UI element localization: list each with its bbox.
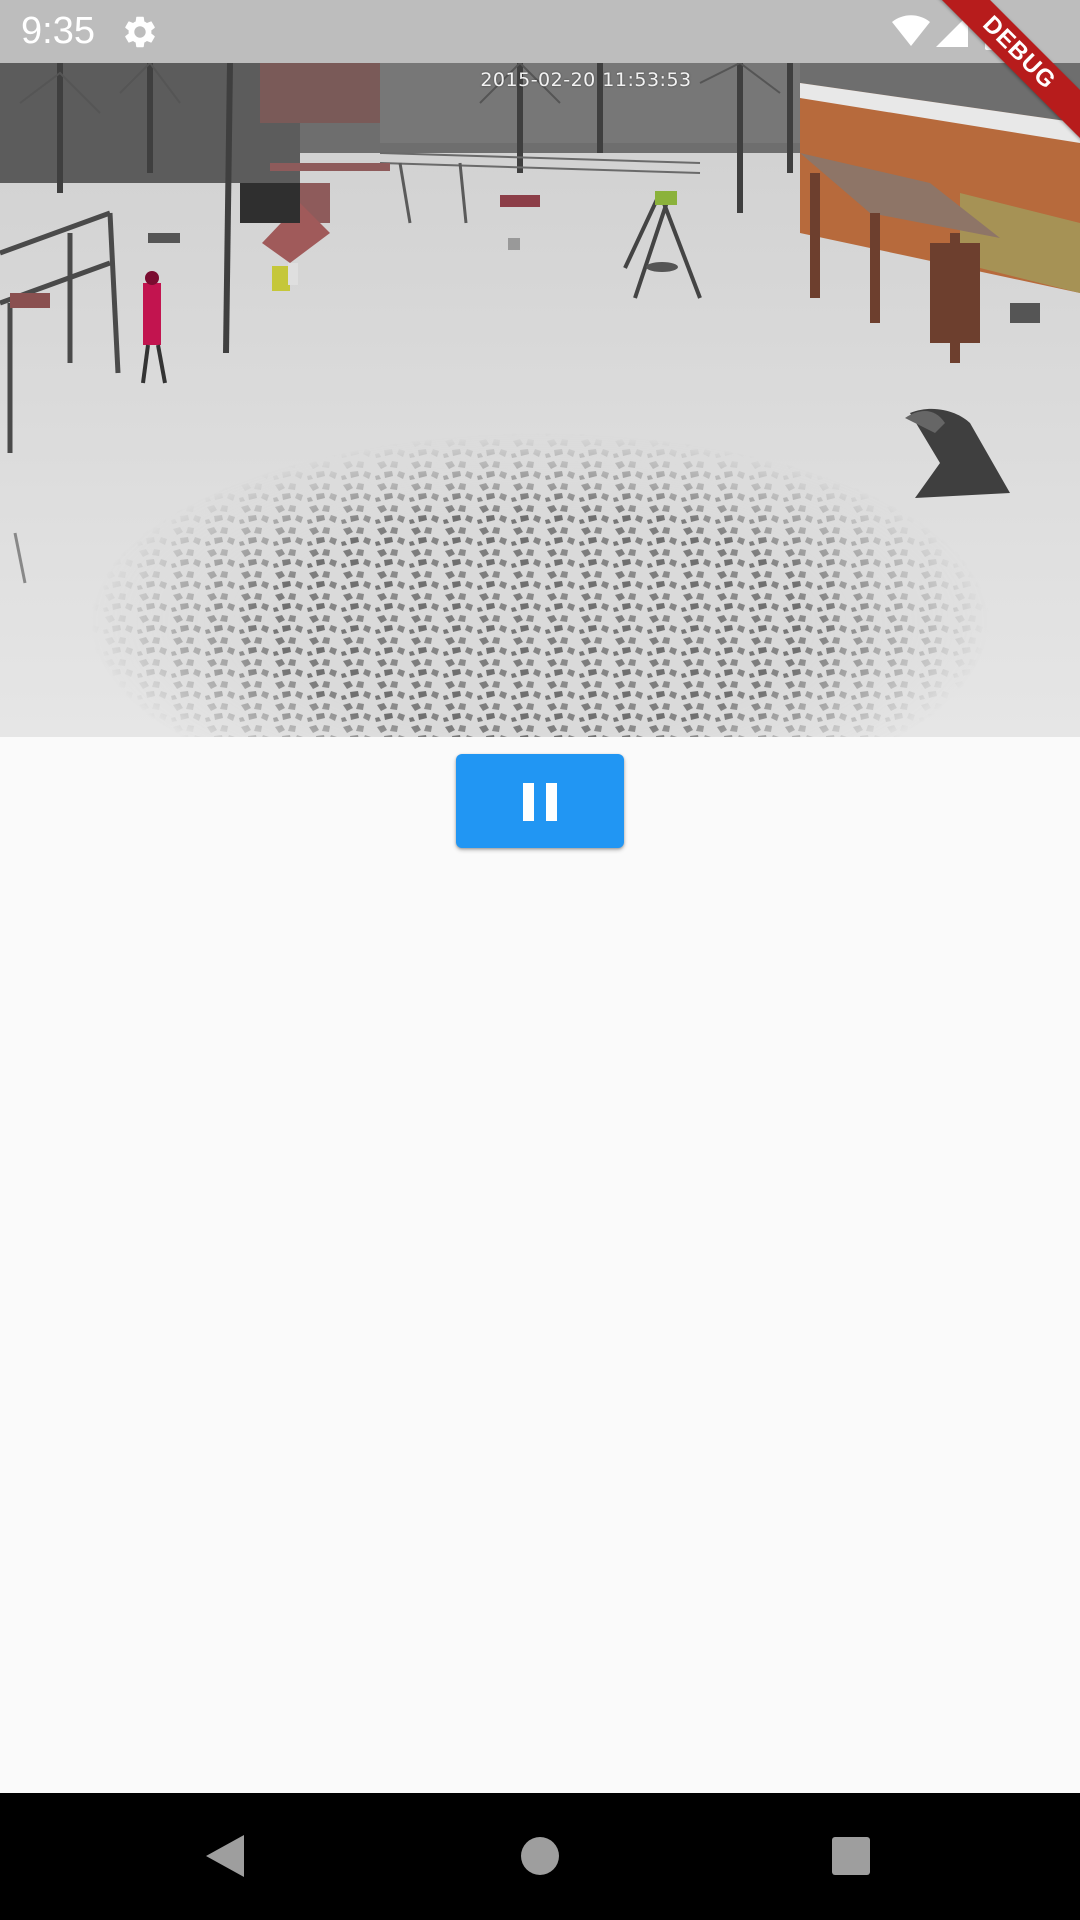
battery-icon [984, 12, 1006, 50]
back-icon[interactable] [204, 1833, 246, 1879]
system-nav-bar [0, 1793, 1080, 1920]
home-icon[interactable] [520, 1836, 560, 1876]
video-player[interactable]: 2015-02-20 11:53:53 [0, 63, 1080, 737]
cell-signal-icon [934, 14, 970, 48]
video-timestamp: 2015-02-20 11:53:53 [480, 69, 692, 91]
pause-button[interactable] [456, 754, 624, 848]
wifi-icon [891, 14, 931, 48]
video-frame-image [0, 63, 1080, 737]
status-bar: 9:35 [0, 0, 1080, 63]
app-screen: 9:35 2015-02-20 11:53:53 DEBUG [0, 0, 1080, 1920]
settings-gear-icon [121, 13, 159, 51]
status-time: 9:35 [21, 10, 95, 52]
pause-icon [523, 783, 557, 821]
recents-icon[interactable] [831, 1836, 871, 1876]
